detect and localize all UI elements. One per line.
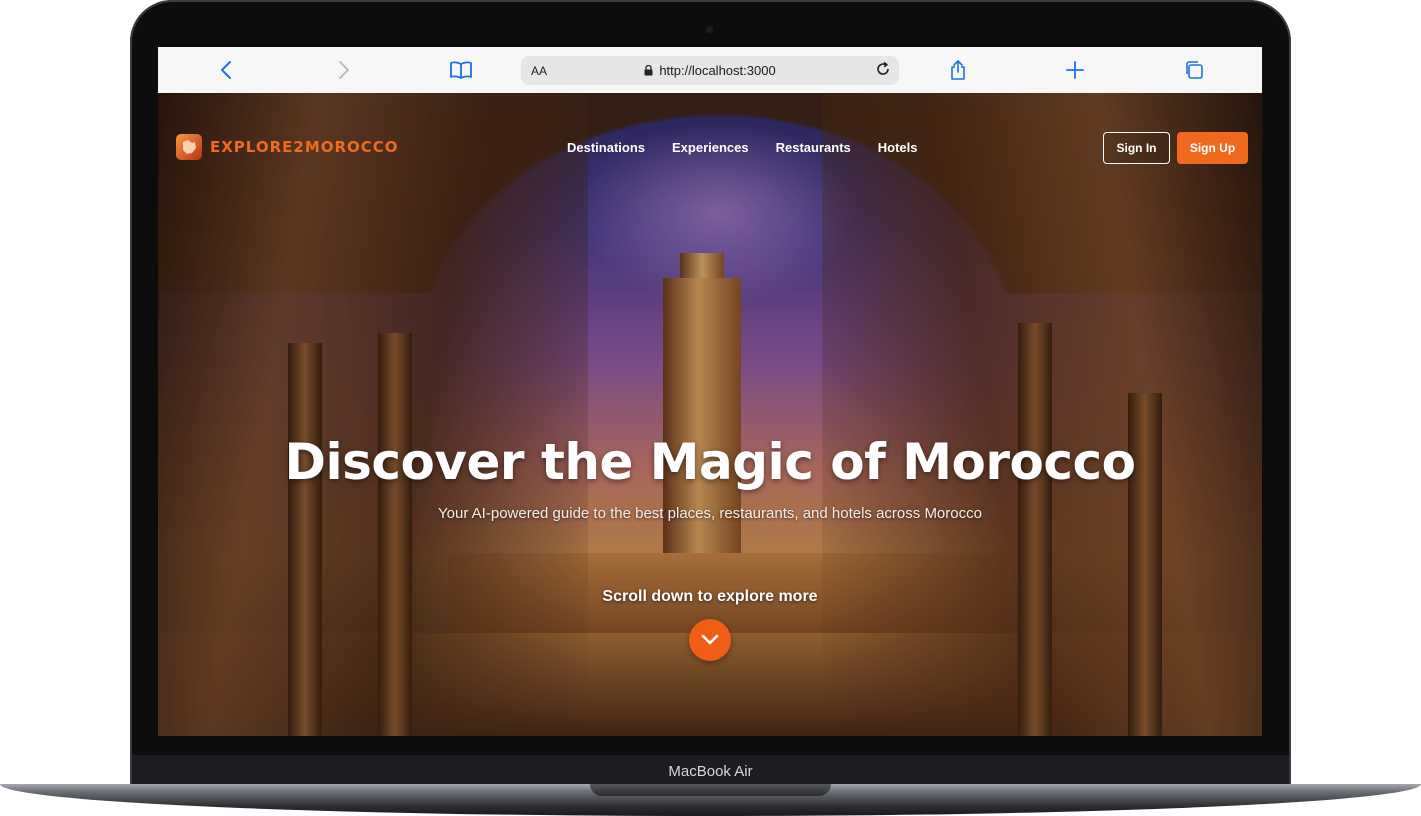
hero-title: Discover the Magic of Morocco bbox=[284, 433, 1136, 491]
site-logo[interactable]: EXPLORE2MOROCCO bbox=[176, 133, 399, 161]
main-nav: Destinations Experiences Restaurants Hot… bbox=[567, 140, 918, 155]
back-icon[interactable] bbox=[216, 58, 236, 82]
lock-icon bbox=[644, 65, 653, 76]
logo-text: EXPLORE2MOROCCO bbox=[210, 138, 399, 156]
hero-subtitle: Your AI-powered guide to the best places… bbox=[438, 505, 982, 522]
forward-icon[interactable] bbox=[334, 58, 354, 82]
scroll-down-button[interactable] bbox=[689, 619, 731, 661]
tabs-icon[interactable] bbox=[1182, 58, 1206, 82]
nav-experiences[interactable]: Experiences bbox=[672, 140, 749, 155]
nav-restaurants[interactable]: Restaurants bbox=[776, 140, 851, 155]
reload-icon[interactable] bbox=[875, 61, 891, 82]
chevron-down-icon bbox=[701, 634, 719, 645]
scroll-hint: Scroll down to explore more bbox=[602, 588, 818, 605]
laptop-notch bbox=[590, 784, 831, 796]
logo-map-icon bbox=[176, 134, 202, 160]
camera-icon bbox=[706, 26, 713, 33]
sign-in-button[interactable]: Sign In bbox=[1103, 132, 1170, 164]
nav-hotels[interactable]: Hotels bbox=[878, 140, 918, 155]
browser-toolbar: AA http://localhost:3000 bbox=[158, 47, 1262, 94]
share-icon[interactable] bbox=[948, 58, 968, 82]
bookmarks-icon[interactable] bbox=[448, 58, 474, 82]
nav-destinations[interactable]: Destinations bbox=[567, 140, 645, 155]
sign-up-button[interactable]: Sign Up bbox=[1177, 132, 1248, 164]
screen: AA http://localhost:3000 EXPLORE2MOROCCO… bbox=[158, 47, 1262, 736]
device-label: MacBook Air bbox=[668, 763, 753, 780]
address-bar[interactable]: AA http://localhost:3000 bbox=[521, 56, 899, 85]
url-text: http://localhost:3000 bbox=[659, 63, 776, 78]
hero-section: EXPLORE2MOROCCO Destinations Experiences… bbox=[158, 93, 1262, 736]
new-tab-icon[interactable] bbox=[1064, 58, 1086, 82]
